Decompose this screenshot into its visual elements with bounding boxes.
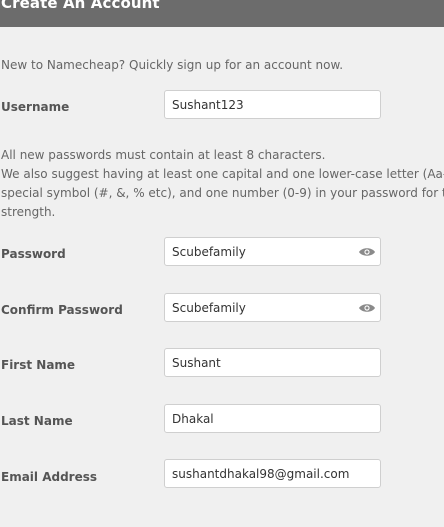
password-note-line: All new passwords must contain at least … xyxy=(1,148,326,162)
username-input[interactable] xyxy=(164,90,381,119)
first-name-input[interactable] xyxy=(164,348,381,377)
password-requirements-note: All new passwords must contain at least … xyxy=(1,146,444,222)
intro-text: New to Namecheap? Quickly sign up for an… xyxy=(1,58,344,72)
eye-icon[interactable] xyxy=(358,302,376,314)
username-label: Username xyxy=(1,100,70,114)
eye-icon[interactable] xyxy=(358,246,376,258)
page-header: Create An Account xyxy=(0,0,444,27)
password-note-line: strength. xyxy=(1,205,56,219)
password-input[interactable] xyxy=(164,237,381,266)
email-input[interactable] xyxy=(164,459,381,488)
confirm-password-input[interactable] xyxy=(164,293,381,322)
password-note-line: We also suggest having at least one capi… xyxy=(1,167,444,181)
password-label: Password xyxy=(1,247,66,261)
last-name-input[interactable] xyxy=(164,404,381,433)
confirm-password-label: Confirm Password xyxy=(1,303,123,317)
page-title: Create An Account xyxy=(1,0,160,12)
last-name-label: Last Name xyxy=(1,414,73,428)
email-label: Email Address xyxy=(1,470,98,484)
password-note-line: special symbol (#, &, % etc), and one nu… xyxy=(1,186,444,200)
first-name-label: First Name xyxy=(1,358,76,372)
